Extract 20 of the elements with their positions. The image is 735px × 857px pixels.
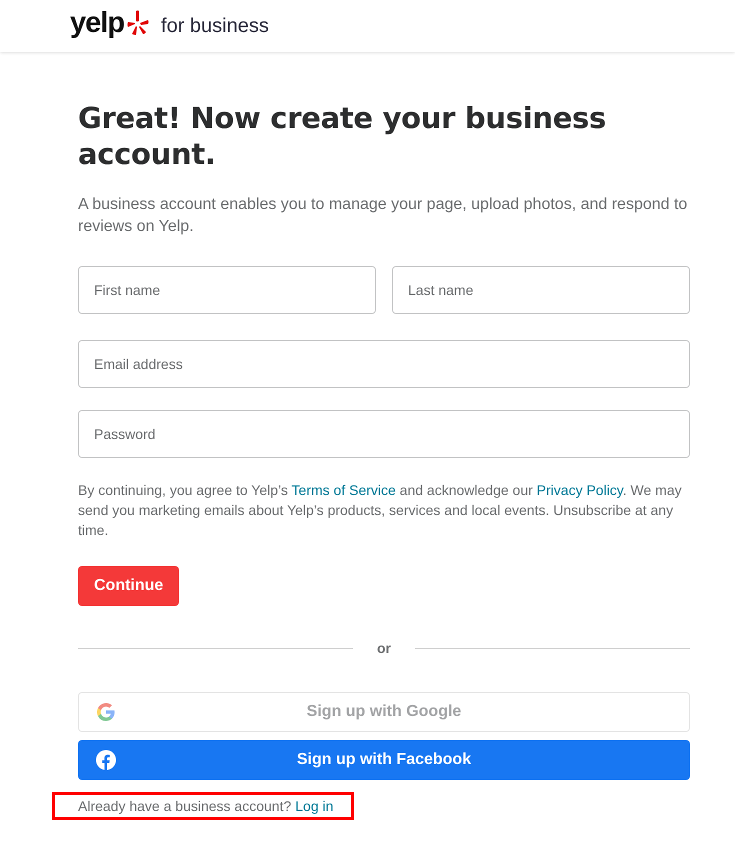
legal-link[interactable]: Terms of Service [292,482,396,498]
login-prompt: Already have a business account? [78,798,292,814]
logo-tagline: for business [161,14,269,38]
continue-button[interactable]: Continue [78,566,180,606]
yelp-logo-text: yelp [70,8,124,38]
login-link[interactable]: Log in [295,798,334,814]
google-signup-button[interactable]: Sign up with Google [78,692,690,732]
burst-logo-icon [127,10,150,36]
name-field[interactable]: First name [78,266,376,314]
page-subtitle: A business account enables you to manage your page, upload photos, and respond to reviews on Yelp. [78,195,688,237]
page-title: Great! Now create your business account. [78,100,607,172]
facebook-signup-button[interactable]: Sign up with Facebook [78,740,690,780]
divider-text: or [377,640,391,656]
google-icon [97,703,115,721]
legal-link[interactable]: Privacy Policy [536,482,623,498]
name-field[interactable]: Last name [392,266,690,314]
input-field[interactable]: Email address [78,340,690,388]
legal-text: By continuing, you agree to Yelp’s Terms of Service and acknowledge our Privacy Policy. We may send you marketing emails about Yelp’s products, services and local events. Unsubscribe at any time. [78,481,683,540]
facebook-icon [96,750,116,770]
input-field[interactable]: Password [78,410,690,458]
